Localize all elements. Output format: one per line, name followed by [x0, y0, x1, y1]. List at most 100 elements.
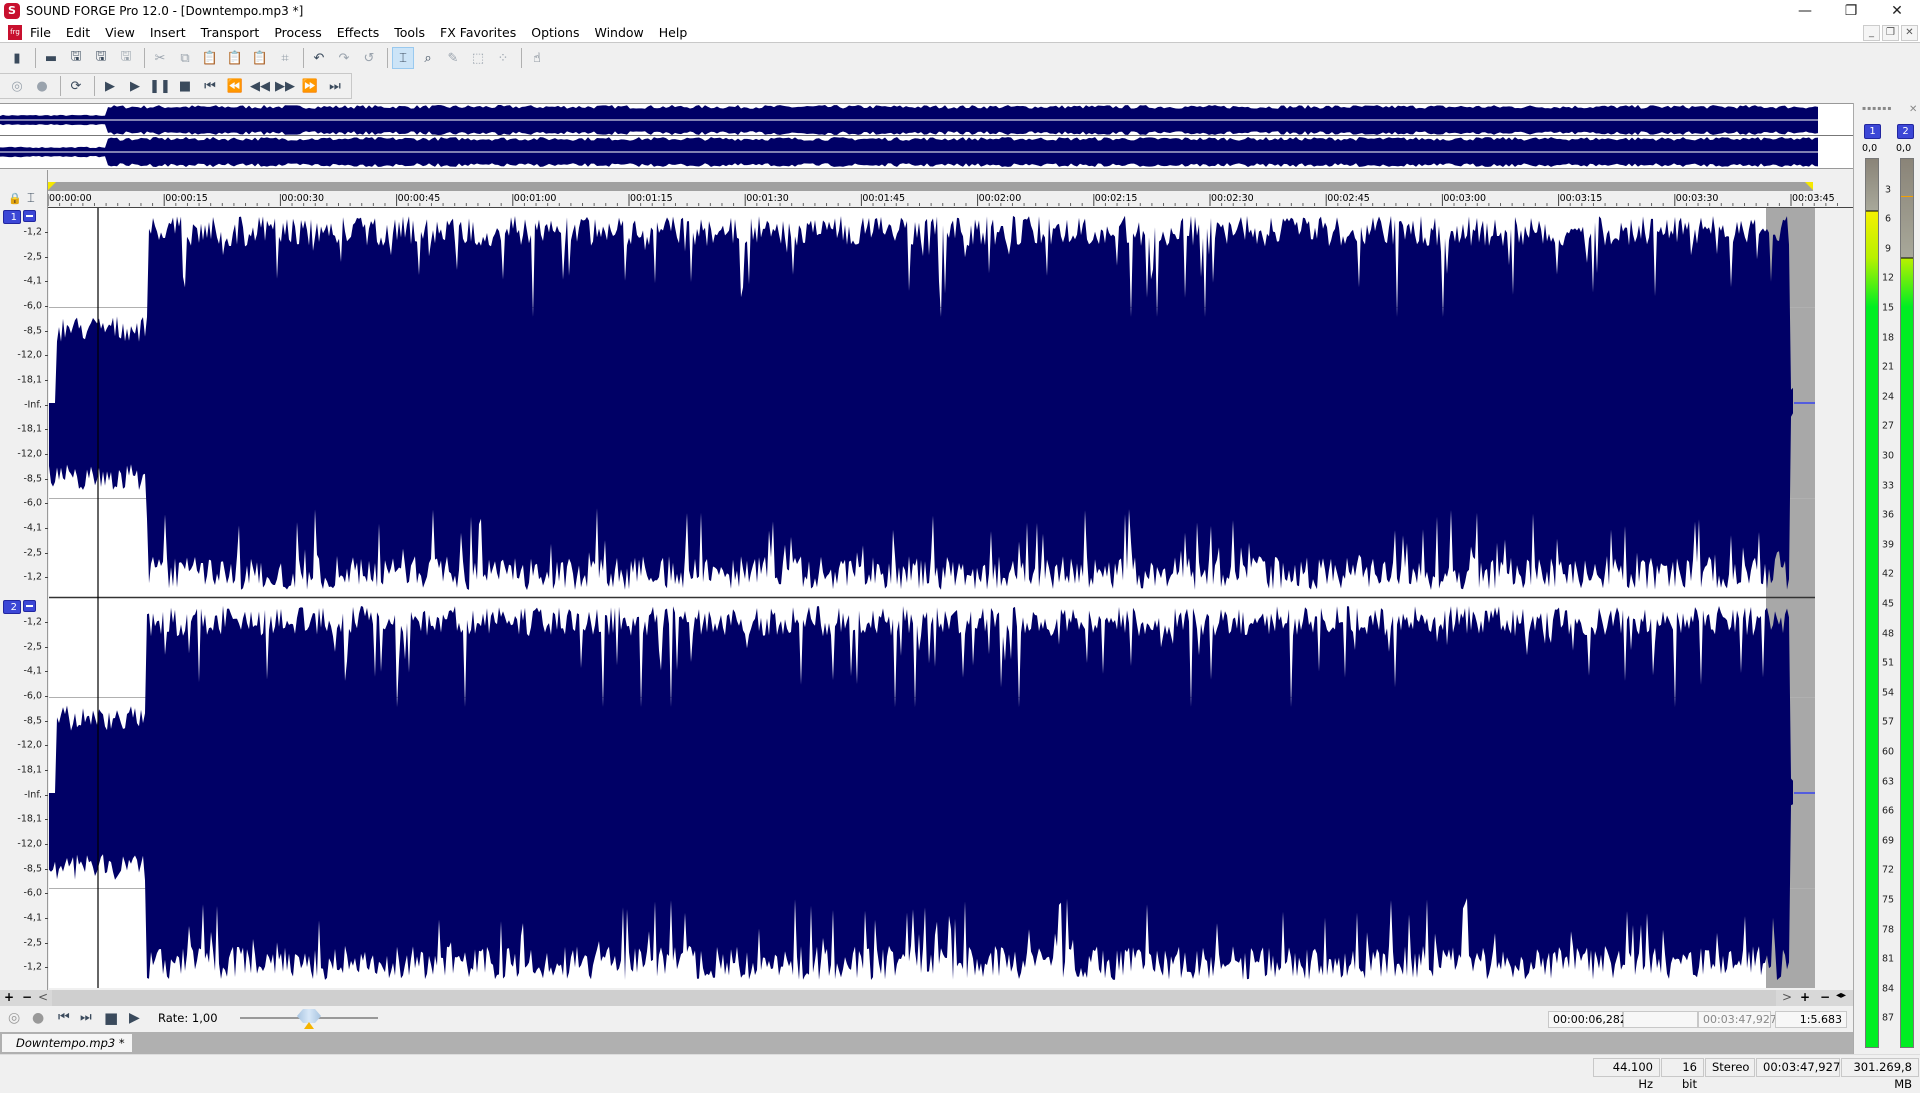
channel-1-badge[interactable]: 1	[3, 210, 21, 224]
snap-icon[interactable]: ⌶	[27, 191, 35, 206]
db-tick	[45, 503, 48, 505]
channel-2-badge[interactable]: 2	[3, 600, 21, 614]
save-as-icon[interactable]: 🖫	[90, 47, 112, 69]
mdi-minimize-button[interactable]: _	[1863, 25, 1880, 41]
menu-window[interactable]: Window	[594, 25, 643, 40]
rewind-icon[interactable]: ◀◀	[249, 75, 271, 97]
copy-icon[interactable]: ⧉	[174, 47, 196, 69]
cut-icon[interactable]: ✂	[149, 47, 171, 69]
record-arm-icon[interactable]: ◎	[6, 75, 28, 97]
zoom-in-right-button[interactable]: +	[1800, 990, 1810, 1004]
menu-edit[interactable]: Edit	[66, 25, 90, 40]
save-icon[interactable]: 🖫	[65, 47, 87, 69]
menu-view[interactable]: View	[105, 25, 135, 40]
meter-scale-label: 78	[1881, 924, 1895, 936]
menu-process[interactable]: Process	[274, 25, 321, 40]
menu-options[interactable]: Options	[531, 25, 579, 40]
go-to-start-icon[interactable]: ⏮	[58, 1010, 70, 1025]
play-icon[interactable]: ▶	[124, 75, 146, 97]
go-to-start-icon[interactable]: ⏮	[199, 75, 221, 97]
previous-marker-icon[interactable]: ⏪	[224, 75, 246, 97]
envelope-tool-icon[interactable]: ⁘	[492, 47, 514, 69]
rate-slider-thumb[interactable]	[297, 1009, 321, 1023]
open-folder-icon[interactable]: ▬	[40, 47, 62, 69]
db-label: -4,1	[23, 665, 42, 677]
restore-button[interactable]: ❐	[1828, 0, 1874, 22]
close-button[interactable]: ✕	[1874, 0, 1920, 22]
paste-new-icon[interactable]: 📋	[224, 47, 246, 69]
meter-channel-2-button[interactable]: 2	[1897, 124, 1914, 139]
menu-tools[interactable]: Tools	[394, 25, 425, 40]
loop-icon[interactable]: ⟳	[65, 75, 87, 97]
zoom-fit-button[interactable]: ◂▸	[1836, 990, 1846, 1001]
zoom-in-button[interactable]: +	[4, 990, 14, 1004]
waveform-display[interactable]	[49, 208, 1816, 988]
mdi-close-button[interactable]: ✕	[1901, 25, 1918, 41]
length-field[interactable]: 00:03:47,927	[1698, 1011, 1777, 1028]
lock-icon[interactable]: 🔒	[8, 192, 22, 205]
end-marker-icon[interactable]	[1805, 182, 1813, 190]
meter-1-peak[interactable]: 0,0	[1862, 143, 1877, 154]
meters-close-icon[interactable]: ✕	[1909, 104, 1917, 115]
channel-2-minimize-button[interactable]	[23, 600, 36, 612]
magnify-tool-icon[interactable]: ⌕	[417, 47, 439, 69]
undo-icon[interactable]: ↶	[308, 47, 330, 69]
scroll-thumb[interactable]	[52, 990, 1776, 1006]
menu-fx-favorites[interactable]: FX Favorites	[440, 25, 516, 40]
scroll-right-button[interactable]: >	[1782, 990, 1792, 1004]
menu-file[interactable]: File	[30, 25, 51, 40]
menu-insert[interactable]: Insert	[150, 25, 186, 40]
drag-grip-icon[interactable]: ▪▪▪▪▪▪	[1862, 105, 1892, 112]
overview-bar[interactable]	[0, 103, 1853, 169]
tab-downtempo[interactable]: Downtempo.mp3 * ×	[2, 1034, 132, 1068]
db-label: -4,1	[23, 912, 42, 924]
horizontal-scrollbar[interactable]: + − < > + − ◂▸	[0, 990, 1853, 1006]
pencil-tool-icon[interactable]: ✎	[442, 47, 464, 69]
new-file-icon[interactable]: ▮	[6, 47, 28, 69]
db-tick	[45, 305, 48, 307]
db-tick	[45, 478, 48, 480]
document-icon[interactable]: frg	[8, 24, 22, 40]
zoom-out-button[interactable]: −	[22, 990, 32, 1004]
meter-channel-1-button[interactable]: 1	[1864, 124, 1881, 139]
menu-help[interactable]: Help	[659, 25, 688, 40]
pause-icon[interactable]: ❚❚	[149, 75, 171, 97]
record-arm-icon[interactable]: ◎	[8, 1010, 20, 1026]
stop-icon[interactable]: ■	[174, 75, 196, 97]
paste-icon[interactable]: 📋	[199, 47, 221, 69]
time-ruler[interactable]: 00:00:00 00:00:15 00:00:30 00:00:45 00:01:00…	[48, 170, 1853, 208]
redo-icon[interactable]: ↷	[333, 47, 355, 69]
meter-2-peak[interactable]: 0,0	[1896, 143, 1911, 154]
cursor-position-field[interactable]: 00:00:06,282	[1548, 1011, 1627, 1028]
channel-1-minimize-button[interactable]	[23, 210, 36, 222]
minimize-button[interactable]: —	[1782, 0, 1828, 22]
stop-icon[interactable]: ■	[104, 1009, 118, 1027]
menu-effects[interactable]: Effects	[337, 25, 380, 40]
toolbar-separator	[35, 48, 36, 68]
ruler-label: 00:00:15	[165, 193, 208, 204]
record-icon[interactable]: ●	[32, 1010, 44, 1026]
play-all-icon[interactable]: ▶	[99, 75, 121, 97]
selection-start-field[interactable]	[1623, 1011, 1698, 1028]
go-to-end-icon[interactable]: ⏭	[80, 1010, 92, 1025]
mdi-restore-button[interactable]: ❐	[1882, 25, 1899, 41]
forward-icon[interactable]: ▶▶	[274, 75, 296, 97]
record-icon[interactable]: ●	[31, 75, 53, 97]
save-all-icon[interactable]: 🖫	[115, 47, 137, 69]
crop-icon[interactable]: ⌗	[274, 47, 296, 69]
zoom-ratio-field[interactable]: 1:5.683	[1775, 1011, 1847, 1028]
next-marker-icon[interactable]: ⏩	[299, 75, 321, 97]
play-icon[interactable]: ▶	[129, 1010, 140, 1026]
db-tick	[45, 330, 48, 332]
repeat-icon[interactable]: ↺	[358, 47, 380, 69]
scroll-left-button[interactable]: <	[38, 990, 48, 1004]
help-pointer-icon[interactable]: ☝	[526, 47, 548, 69]
db-tick	[45, 527, 48, 529]
go-to-end-icon[interactable]: ⏭	[324, 75, 346, 97]
menu-transport[interactable]: Transport	[201, 25, 260, 40]
paste-play-icon[interactable]: 📋	[249, 47, 271, 69]
zoom-out-right-button[interactable]: −	[1820, 990, 1830, 1004]
start-marker-icon[interactable]	[48, 182, 56, 190]
event-tool-icon[interactable]: ⬚	[467, 47, 489, 69]
edit-tool-icon[interactable]: ⌶	[392, 47, 414, 69]
